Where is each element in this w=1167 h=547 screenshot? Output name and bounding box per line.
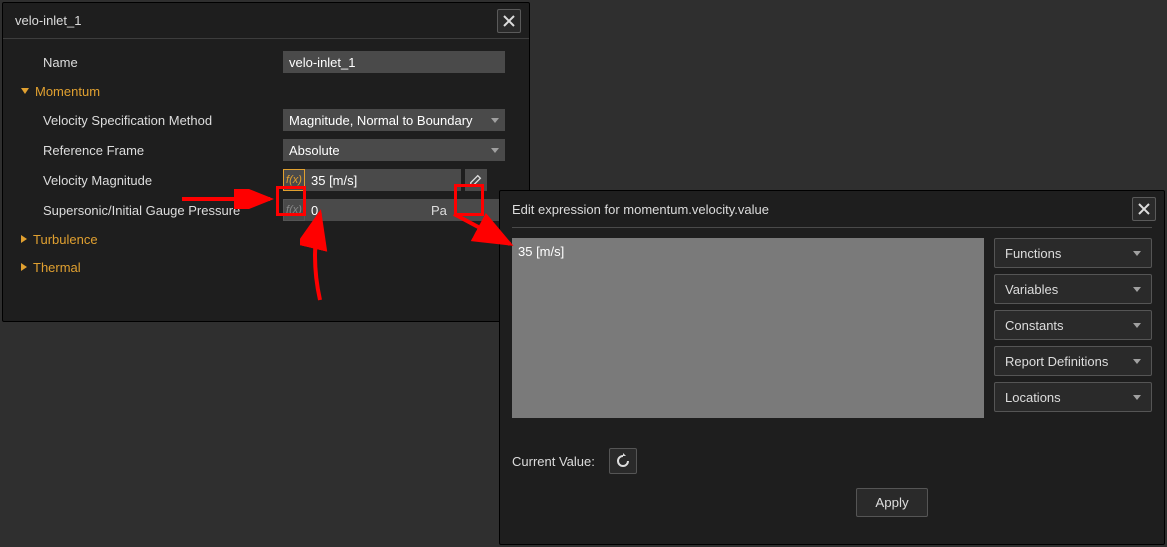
pressure-input[interactable]: [305, 199, 425, 221]
fx-icon[interactable]: f(x): [283, 169, 305, 191]
section-momentum[interactable]: Momentum: [3, 77, 529, 105]
current-value-label: Current Value:: [512, 454, 595, 469]
dropdown-report-definitions[interactable]: Report Definitions: [994, 346, 1152, 376]
section-thermal[interactable]: Thermal: [3, 253, 529, 281]
vel-mag-row: Velocity Magnitude f(x): [3, 165, 529, 195]
apply-row: Apply: [500, 474, 1164, 517]
expression-textarea[interactable]: [512, 238, 984, 418]
dropdown-label: Report Definitions: [1005, 354, 1108, 369]
vel-mag-label: Velocity Magnitude: [43, 173, 283, 188]
chevron-down-icon: [491, 118, 499, 123]
section-label: Momentum: [35, 84, 100, 99]
pressure-row: Supersonic/Initial Gauge Pressure f(x) P…: [3, 195, 529, 225]
close-button[interactable]: [1132, 197, 1156, 221]
chevron-down-icon: [1133, 323, 1141, 328]
panel-title: velo-inlet_1: [15, 13, 82, 28]
dropdown-label: Locations: [1005, 390, 1061, 405]
vel-spec-row: Velocity Specification Method Magnitude,…: [3, 105, 529, 135]
fx-icon[interactable]: f(x): [283, 199, 305, 221]
vel-spec-select[interactable]: Magnitude, Normal to Boundary: [283, 109, 505, 131]
ref-frame-row: Reference Frame Absolute: [3, 135, 529, 165]
refresh-button[interactable]: [609, 448, 637, 474]
expression-body: Functions Variables Constants Report Def…: [500, 238, 1164, 418]
boundary-condition-panel: velo-inlet_1 Name Momentum Velocity Spec…: [2, 2, 530, 322]
pencil-icon: [469, 173, 483, 187]
chevron-right-icon: [21, 235, 27, 243]
divider: [512, 227, 1152, 228]
dropdown-functions[interactable]: Functions: [994, 238, 1152, 268]
panel-title: Edit expression for momentum.velocity.va…: [512, 202, 769, 217]
panel-header: velo-inlet_1: [3, 3, 529, 39]
ref-frame-select[interactable]: Absolute: [283, 139, 505, 161]
section-label: Thermal: [33, 260, 81, 275]
select-value: Magnitude, Normal to Boundary: [289, 113, 473, 128]
dropdown-label: Functions: [1005, 246, 1061, 261]
chevron-down-icon: [1133, 287, 1141, 292]
ref-frame-label: Reference Frame: [43, 143, 283, 158]
chevron-down-icon: [491, 148, 499, 153]
section-turbulence[interactable]: Turbulence: [3, 225, 529, 253]
vel-spec-label: Velocity Specification Method: [43, 113, 283, 128]
name-input[interactable]: [283, 51, 505, 73]
chevron-down-icon: [1133, 359, 1141, 364]
chevron-down-icon: [21, 88, 29, 94]
close-icon: [503, 15, 515, 27]
helper-dropdowns: Functions Variables Constants Report Def…: [994, 238, 1152, 418]
close-button[interactable]: [497, 9, 521, 33]
dropdown-label: Variables: [1005, 282, 1058, 297]
select-value: Absolute: [289, 143, 340, 158]
dropdown-locations[interactable]: Locations: [994, 382, 1152, 412]
section-label: Turbulence: [33, 232, 98, 247]
name-label: Name: [43, 55, 283, 70]
current-value-row: Current Value:: [500, 418, 1164, 474]
dropdown-constants[interactable]: Constants: [994, 310, 1152, 340]
vel-mag-input[interactable]: [305, 169, 461, 191]
refresh-icon: [615, 453, 631, 469]
expression-editor-panel: Edit expression for momentum.velocity.va…: [499, 190, 1165, 545]
dropdown-variables[interactable]: Variables: [994, 274, 1152, 304]
name-row: Name: [3, 47, 529, 77]
pressure-unit: Pa: [425, 199, 505, 221]
apply-button[interactable]: Apply: [856, 488, 927, 517]
edit-expression-button[interactable]: [465, 169, 487, 191]
close-icon: [1138, 203, 1150, 215]
chevron-right-icon: [21, 263, 27, 271]
chevron-down-icon: [1133, 395, 1141, 400]
chevron-down-icon: [1133, 251, 1141, 256]
dropdown-label: Constants: [1005, 318, 1064, 333]
pressure-label: Supersonic/Initial Gauge Pressure: [43, 203, 283, 218]
panel-header: Edit expression for momentum.velocity.va…: [500, 191, 1164, 227]
